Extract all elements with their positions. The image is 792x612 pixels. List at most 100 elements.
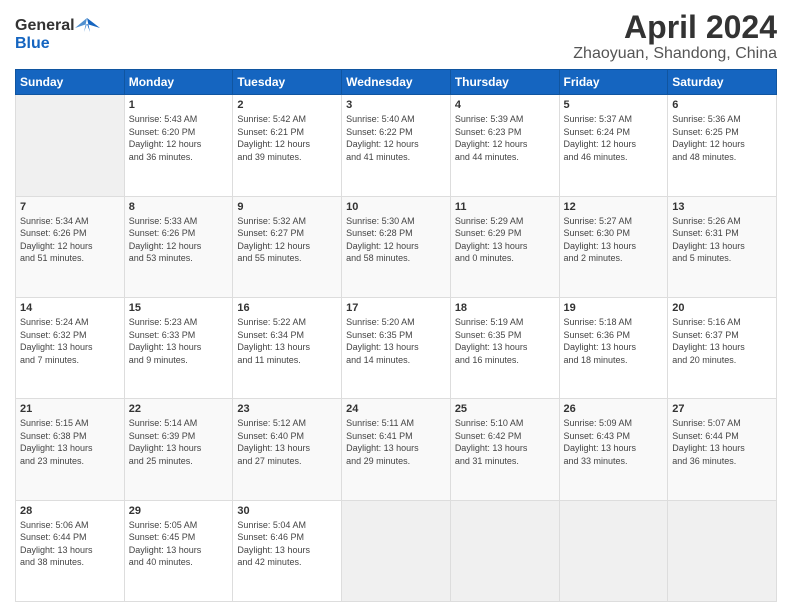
day-info: Sunrise: 5:14 AM Sunset: 6:39 PM Dayligh… [129, 417, 229, 467]
table-row [342, 500, 451, 601]
day-number: 6 [672, 99, 772, 111]
table-row: 2Sunrise: 5:42 AM Sunset: 6:21 PM Daylig… [233, 95, 342, 196]
day-number: 13 [672, 201, 772, 213]
title-area: April 2024 Zhaoyuan, Shandong, China [573, 10, 777, 63]
col-monday: Monday [124, 70, 233, 95]
day-number: 12 [564, 201, 664, 213]
day-info: Sunrise: 5:12 AM Sunset: 6:40 PM Dayligh… [237, 417, 337, 467]
calendar-week-row: 7 Sunrise: 5:34 AM Sunset: 6:26 PM Daylig… [16, 196, 777, 297]
day-number: 30 [237, 505, 337, 517]
table-row: 9 Sunrise: 5:32 AM Sunset: 6:27 PM Daylig… [233, 196, 342, 297]
calendar-week-row: 14Sunrise: 5:24 AM Sunset: 6:32 PM Dayli… [16, 297, 777, 398]
table-row: 15 Sunrise: 5:23 AM Sunset: 6:33 PM Dayli… [124, 297, 233, 398]
day-info: Sunrise: 5:27 AM Sunset: 6:30 PM Dayligh… [564, 215, 664, 265]
day-number: 5 [564, 99, 664, 111]
calendar-week-row: 1 Sunrise: 5:43 AM Sunset: 6:20 PM Daylig… [16, 95, 777, 196]
day-number: 24 [346, 403, 446, 415]
day-number: 28 [20, 505, 120, 517]
logo-text: General Blue [15, 10, 105, 60]
day-number: 23 [237, 403, 337, 415]
day-info: Sunrise: 5:34 AM Sunset: 6:26 PM Dayligh… [20, 215, 120, 265]
day-number: 18 [455, 302, 555, 314]
day-info: Sunrise: 5:04 AM Sunset: 6:46 PM Dayligh… [237, 519, 337, 569]
day-info: Sunrise: 5:19 AM Sunset: 6:35 PM Dayligh… [455, 316, 555, 366]
day-number: 27 [672, 403, 772, 415]
table-row: 23 Sunrise: 5:12 AM Sunset: 6:40 PM Dayli… [233, 399, 342, 500]
table-row: 7 Sunrise: 5:34 AM Sunset: 6:26 PM Daylig… [16, 196, 125, 297]
table-row: 19 Sunrise: 5:18 AM Sunset: 6:36 PM Dayli… [559, 297, 668, 398]
day-number: 4 [455, 99, 555, 111]
table-row: 16 Sunrise: 5:22 AM Sunset: 6:34 PM Dayli… [233, 297, 342, 398]
table-row [450, 500, 559, 601]
calendar-title: April 2024 [573, 10, 777, 45]
day-info: Sunrise: 5:23 AM Sunset: 6:33 PM Dayligh… [129, 316, 229, 366]
table-row: 25 Sunrise: 5:10 AM Sunset: 6:42 PM Dayli… [450, 399, 559, 500]
col-thursday: Thursday [450, 70, 559, 95]
table-row: 12 Sunrise: 5:27 AM Sunset: 6:30 PM Dayli… [559, 196, 668, 297]
table-row: 28 Sunrise: 5:06 AM Sunset: 6:44 PM Dayli… [16, 500, 125, 601]
calendar-week-row: 21Sunrise: 5:15 AM Sunset: 6:38 PM Dayli… [16, 399, 777, 500]
day-info: Sunrise: 5:15 AM Sunset: 6:38 PM Dayligh… [20, 417, 120, 467]
col-tuesday: Tuesday [233, 70, 342, 95]
table-row: 22 Sunrise: 5:14 AM Sunset: 6:39 PM Dayli… [124, 399, 233, 500]
table-row: 21Sunrise: 5:15 AM Sunset: 6:38 PM Dayli… [16, 399, 125, 500]
day-info: Sunrise: 5:22 AM Sunset: 6:34 PM Dayligh… [237, 316, 337, 366]
day-number: 25 [455, 403, 555, 415]
day-number: 22 [129, 403, 229, 415]
table-row: 27 Sunrise: 5:07 AM Sunset: 6:44 PM Dayli… [668, 399, 777, 500]
col-wednesday: Wednesday [342, 70, 451, 95]
table-row: 3Sunrise: 5:40 AM Sunset: 6:22 PM Daylig… [342, 95, 451, 196]
svg-text:General: General [15, 17, 75, 34]
calendar-header-row: Sunday Monday Tuesday Wednesday Thursday… [16, 70, 777, 95]
day-number: 17 [346, 302, 446, 314]
day-info: Sunrise: 5:18 AM Sunset: 6:36 PM Dayligh… [564, 316, 664, 366]
table-row: 8Sunrise: 5:33 AM Sunset: 6:26 PM Daylig… [124, 196, 233, 297]
calendar-week-row: 28 Sunrise: 5:06 AM Sunset: 6:44 PM Dayli… [16, 500, 777, 601]
day-number: 15 [129, 302, 229, 314]
page: General Blue April 2024 Zhaoyuan, Shando… [0, 0, 792, 612]
table-row: 20Sunrise: 5:16 AM Sunset: 6:37 PM Dayli… [668, 297, 777, 398]
day-info: Sunrise: 5:43 AM Sunset: 6:20 PM Dayligh… [129, 113, 229, 163]
table-row: 11Sunrise: 5:29 AM Sunset: 6:29 PM Dayli… [450, 196, 559, 297]
day-info: Sunrise: 5:05 AM Sunset: 6:45 PM Dayligh… [129, 519, 229, 569]
table-row: 14Sunrise: 5:24 AM Sunset: 6:32 PM Dayli… [16, 297, 125, 398]
day-info: Sunrise: 5:32 AM Sunset: 6:27 PM Dayligh… [237, 215, 337, 265]
day-info: Sunrise: 5:11 AM Sunset: 6:41 PM Dayligh… [346, 417, 446, 467]
day-number: 16 [237, 302, 337, 314]
day-number: 26 [564, 403, 664, 415]
day-number: 8 [129, 201, 229, 213]
header: General Blue April 2024 Zhaoyuan, Shando… [15, 10, 777, 63]
table-row: 5Sunrise: 5:37 AM Sunset: 6:24 PM Daylig… [559, 95, 668, 196]
day-info: Sunrise: 5:20 AM Sunset: 6:35 PM Dayligh… [346, 316, 446, 366]
day-info: Sunrise: 5:29 AM Sunset: 6:29 PM Dayligh… [455, 215, 555, 265]
table-row: 24 Sunrise: 5:11 AM Sunset: 6:41 PM Dayli… [342, 399, 451, 500]
table-row: 13 Sunrise: 5:26 AM Sunset: 6:31 PM Dayli… [668, 196, 777, 297]
day-info: Sunrise: 5:09 AM Sunset: 6:43 PM Dayligh… [564, 417, 664, 467]
day-number: 9 [237, 201, 337, 213]
col-sunday: Sunday [16, 70, 125, 95]
table-row: 4 Sunrise: 5:39 AM Sunset: 6:23 PM Daylig… [450, 95, 559, 196]
day-info: Sunrise: 5:10 AM Sunset: 6:42 PM Dayligh… [455, 417, 555, 467]
day-info: Sunrise: 5:06 AM Sunset: 6:44 PM Dayligh… [20, 519, 120, 569]
day-info: Sunrise: 5:40 AM Sunset: 6:22 PM Dayligh… [346, 113, 446, 163]
day-number: 14 [20, 302, 120, 314]
table-row [16, 95, 125, 196]
day-info: Sunrise: 5:07 AM Sunset: 6:44 PM Dayligh… [672, 417, 772, 467]
day-number: 19 [564, 302, 664, 314]
day-info: Sunrise: 5:26 AM Sunset: 6:31 PM Dayligh… [672, 215, 772, 265]
table-row: 17 Sunrise: 5:20 AM Sunset: 6:35 PM Dayli… [342, 297, 451, 398]
table-row: 6Sunrise: 5:36 AM Sunset: 6:25 PM Daylig… [668, 95, 777, 196]
logo: General Blue [15, 10, 105, 60]
day-number: 10 [346, 201, 446, 213]
day-info: Sunrise: 5:39 AM Sunset: 6:23 PM Dayligh… [455, 113, 555, 163]
col-saturday: Saturday [668, 70, 777, 95]
day-number: 7 [20, 201, 120, 213]
day-number: 1 [129, 99, 229, 111]
calendar-subtitle: Zhaoyuan, Shandong, China [573, 45, 777, 63]
svg-text:Blue: Blue [15, 35, 50, 52]
table-row: 1 Sunrise: 5:43 AM Sunset: 6:20 PM Daylig… [124, 95, 233, 196]
table-row: 26 Sunrise: 5:09 AM Sunset: 6:43 PM Dayli… [559, 399, 668, 500]
table-row: 30 Sunrise: 5:04 AM Sunset: 6:46 PM Dayli… [233, 500, 342, 601]
day-info: Sunrise: 5:16 AM Sunset: 6:37 PM Dayligh… [672, 316, 772, 366]
day-number: 29 [129, 505, 229, 517]
